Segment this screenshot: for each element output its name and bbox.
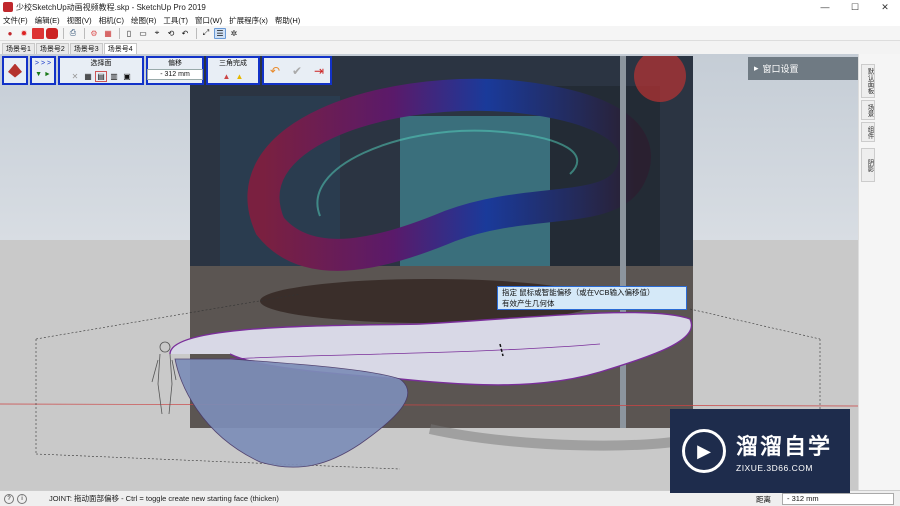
outliner-icon[interactable]: ☰ [214, 27, 226, 39]
joint-pushpull-logo-button[interactable] [2, 56, 28, 85]
undo-icon[interactable]: ↶ [179, 28, 191, 39]
component-icon[interactable]: ▦ [102, 28, 114, 39]
scene-tab-1[interactable]: 场景号1 [2, 43, 35, 54]
toolbar-divider [63, 27, 64, 39]
minimize-button[interactable]: — [810, 0, 840, 14]
print-icon[interactable]: ⎙ [67, 28, 79, 39]
folder-icon[interactable] [32, 27, 44, 39]
menu-file[interactable]: 文件(F) [3, 15, 28, 26]
select-face-label: 选择面 [90, 60, 112, 67]
triangulate-label: 三角完成 [219, 60, 247, 67]
pin-icon[interactable]: ▸ [754, 63, 759, 74]
tray-tab-scenes[interactable]: 场景 [861, 100, 875, 120]
sketchup-logo-icon [3, 2, 13, 12]
box-icon[interactable]: ▭ [137, 28, 149, 39]
tray-tab-default[interactable]: 默认面板 [861, 64, 875, 98]
watermark-name: 溜溜自学 [736, 434, 833, 459]
menu-bar: 文件(F) 编辑(E) 视图(V) 相机(C) 绘图(R) 工具(T) 窗口(W… [0, 14, 900, 26]
tray-tab-shadows[interactable]: 阴影 [861, 148, 875, 182]
offset-value-field[interactable]: - 312 mm [147, 69, 203, 80]
watermark-url: ZIXUE.3D66.COM [736, 463, 813, 473]
extension-toolbar: > > > ▼ ► 选择面 ✕ ▦ ▤ ▥ ▣ 偏移 - 312 mm 三角完成… [2, 56, 332, 85]
joint-pushpull-icon [8, 63, 22, 78]
main-toolbar: ● ✹ ⎙ ⚙ ▦ ▯ ▭ ⌖ ⟲ ↶ ⤢ ☰ ✲ [0, 26, 900, 41]
table-select-icon[interactable]: ▥ [108, 71, 120, 82]
scene-tab-2[interactable]: 场景号2 [35, 43, 69, 54]
action-group: ↶ ✔ ⇥ [262, 56, 332, 85]
toolbar-divider [196, 27, 197, 39]
face-select-icon[interactable]: ▤ [95, 70, 107, 82]
close-button[interactable]: ✕ [870, 0, 900, 14]
tooltip-line-2: 有效产生几何体 [502, 299, 555, 308]
resize-icon[interactable]: ⤢ [200, 28, 212, 39]
settings-small-icon[interactable]: ✲ [228, 28, 240, 39]
tray-tab-components[interactable]: 组件 [861, 122, 875, 142]
exit-door-icon[interactable]: ⇥ [313, 64, 325, 78]
title-bar: 少校SketchUp动画视频教程.skp - SketchUp Pro 2019… [0, 0, 900, 14]
hint-tooltip: 指定 鼠标或智能偏移（或在VCB输入偏移值） 有效产生几何体 [497, 286, 687, 310]
status-message: JOINT: 拖动面部偏移 - Ctrl = toggle create new… [49, 494, 279, 503]
gear-icon[interactable]: ⚙ [88, 28, 100, 39]
scene-tab-bar: 场景号1 场景号2 场景号3 场景号4 [0, 41, 900, 54]
grid-select-icon[interactable]: ▦ [82, 71, 94, 82]
rotate-icon[interactable]: ⟲ [165, 28, 177, 39]
camera-icon[interactable] [46, 27, 58, 39]
menu-help[interactable]: 帮助(H) [275, 15, 300, 26]
menu-edit[interactable]: 编辑(E) [35, 15, 60, 26]
scene-tab-4[interactable]: 场景号4 [103, 43, 137, 54]
menu-draw[interactable]: 绘图(R) [131, 15, 156, 26]
section-plane-icon[interactable]: ▯ [123, 28, 135, 39]
info-icon[interactable]: i [17, 493, 27, 504]
menu-camera[interactable]: 相机(C) [99, 15, 124, 26]
cancel-icon[interactable]: ✕ [69, 71, 81, 82]
measurements-field[interactable]: - 312 mm [782, 493, 894, 505]
play-icon: ▶ [682, 429, 726, 473]
confirm-check-icon[interactable]: ✔ [291, 64, 303, 78]
cursor-icon[interactable]: ⌖ [151, 28, 163, 39]
triangulate-group: 三角完成 ▲ ▲ [206, 56, 260, 85]
settings-icon[interactable]: ✹ [18, 28, 30, 39]
arrows-top[interactable]: > > > [35, 58, 51, 69]
panel-title: 窗口设置 [762, 64, 799, 74]
measurements-label: 距离 [756, 495, 771, 504]
menu-extensions[interactable]: 扩展程序(x) [229, 15, 268, 26]
toolbar-divider [119, 27, 120, 39]
right-tray: 默认面板 场景 组件 阴影 [858, 54, 900, 490]
watermark-logo: ▶ 溜溜自学 ZIXUE.3D66.COM [670, 409, 850, 493]
eye-gear-icon[interactable]: ● [4, 28, 16, 39]
triangle-outline-icon[interactable]: ▲ [221, 71, 233, 82]
menu-window[interactable]: 窗口(W) [195, 15, 222, 26]
tooltip-line-1: 指定 鼠标或智能偏移（或在VCB输入偏移值） [502, 288, 655, 297]
help-icon[interactable]: ? [4, 493, 14, 504]
arrows-bottom[interactable]: ▼ ► [35, 69, 51, 80]
select-face-group: 选择面 ✕ ▦ ▤ ▥ ▣ [58, 56, 144, 85]
window-title: 少校SketchUp动画视频教程.skp - SketchUp Pro 2019 [16, 2, 206, 12]
menu-tools[interactable]: 工具(T) [163, 15, 188, 26]
scene-tab-3[interactable]: 场景号3 [69, 43, 103, 54]
arrow-controls: > > > ▼ ► [30, 56, 56, 85]
undo-arrow-icon[interactable]: ↶ [269, 64, 281, 78]
offset-group: 偏移 - 312 mm [146, 56, 204, 85]
border-select-icon[interactable]: ▣ [121, 71, 133, 82]
window-settings-panel[interactable]: ▸ 窗口设置 ✕ [748, 57, 858, 80]
maximize-button[interactable]: ☐ [840, 0, 870, 14]
offset-label: 偏移 [168, 60, 182, 67]
menu-view[interactable]: 视图(V) [67, 15, 92, 26]
toolbar-divider [84, 27, 85, 39]
triangle-fill-icon[interactable]: ▲ [234, 71, 246, 82]
